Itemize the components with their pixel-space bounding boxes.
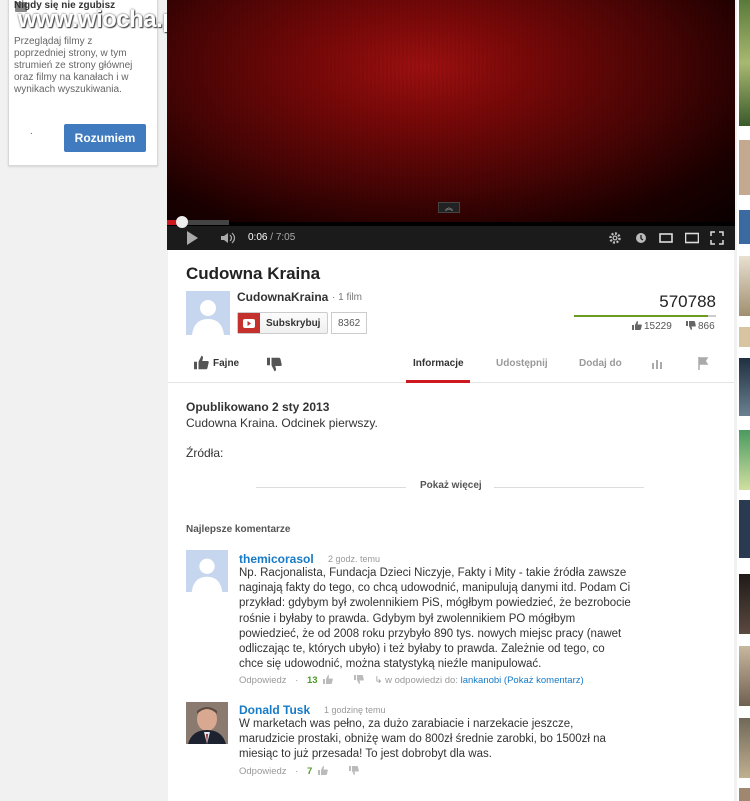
comment-like-count: 13: [306, 675, 318, 686]
related-video-thumbnail[interactable]: [739, 718, 750, 778]
related-video-thumbnail[interactable]: [739, 430, 750, 490]
divider: [256, 487, 406, 488]
tab-information[interactable]: Informacje: [413, 358, 464, 369]
comment-time[interactable]: 1 godzinę temu: [324, 705, 386, 715]
dislike-count: 866: [686, 321, 715, 332]
channel-name-link[interactable]: CudownaKraina: [237, 290, 328, 304]
related-video-thumbnail[interactable]: [739, 256, 750, 316]
youtube-play-icon: [238, 313, 260, 333]
thumbs-down-icon: [686, 321, 696, 330]
comment-author-link[interactable]: themicorasol: [239, 552, 314, 566]
comment-meta: Odpowiedz · 13 ↳ w odpowiedzi do: lankan…: [239, 675, 584, 686]
in-reply-link[interactable]: lankanobi (Pokaż komentarz): [461, 675, 584, 686]
active-tab-indicator: [406, 380, 470, 383]
sources-label: Źródła:: [186, 446, 224, 460]
flag-icon[interactable]: [698, 357, 710, 370]
subscribe-label: Subskrybuj: [266, 317, 321, 329]
popup-dot: .: [30, 126, 33, 137]
related-video-thumbnail[interactable]: [739, 327, 750, 347]
volume-icon[interactable]: [220, 232, 238, 244]
chevron-up-icon[interactable]: ︽: [438, 202, 460, 213]
watermark-logo: www.wiocha.pl: [18, 6, 183, 33]
thumbs-down-icon[interactable]: [353, 675, 364, 684]
subscriber-count: 8362: [331, 312, 368, 334]
channel-avatar[interactable]: [186, 291, 230, 335]
popup-text: Przeglądaj filmy z poprzedniej strony, w…: [14, 36, 133, 95]
dislike-thumb-icon[interactable]: [267, 357, 282, 372]
reply-button[interactable]: Odpowiedz: [239, 675, 287, 686]
avatar[interactable]: [186, 702, 228, 744]
like-count: 15229: [632, 321, 672, 332]
understand-button[interactable]: Rozumiem: [64, 124, 146, 152]
watch-later-icon[interactable]: [634, 231, 648, 245]
comment-author-link[interactable]: Donald Tusk: [239, 703, 310, 717]
comment-body: Np. Racjonalista, Fundacja Dzieci Niczyj…: [239, 567, 631, 671]
comment-time[interactable]: 2 godz. temu: [328, 554, 380, 564]
related-video-thumbnail[interactable]: [739, 0, 750, 126]
thumbs-down-icon[interactable]: [348, 766, 359, 775]
related-video-thumbnail[interactable]: [739, 210, 750, 244]
view-count: 570788: [659, 292, 716, 311]
video-player[interactable]: ︽ 0:06 / 7:05: [167, 0, 735, 250]
gear-icon[interactable]: [608, 231, 622, 245]
tab-share[interactable]: Udostępnij: [496, 358, 548, 369]
like-ratio-fill: [574, 315, 708, 317]
comment-body: W marketach was pełno, za dużo zarabiaci…: [239, 718, 606, 761]
in-reply-label: w odpowiedzi do:: [385, 675, 458, 686]
like-thumb-icon[interactable]: [194, 355, 209, 370]
thumbs-up-icon[interactable]: [323, 675, 334, 684]
show-more-button[interactable]: Pokaż więcej: [420, 480, 482, 491]
related-video-thumbnail[interactable]: [739, 500, 750, 558]
divider: [494, 487, 644, 488]
thumbs-up-icon[interactable]: [317, 766, 328, 775]
progress-knob[interactable]: [176, 216, 188, 228]
related-video-thumbnail[interactable]: [739, 788, 750, 801]
avatar[interactable]: [186, 550, 228, 592]
thumbs-up-icon: [632, 321, 642, 330]
related-video-thumbnail[interactable]: [739, 358, 750, 416]
large-player-icon[interactable]: [685, 231, 699, 245]
comment-meta: Odpowiedz · 7: [239, 766, 359, 777]
reply-arrow-icon: ↳: [374, 675, 383, 686]
reply-button[interactable]: Odpowiedz: [239, 766, 287, 777]
subscribe-button[interactable]: Subskrybuj: [237, 312, 328, 334]
like-button[interactable]: Fajne: [213, 358, 239, 369]
video-title: Cudowna Kraina: [186, 264, 321, 283]
small-player-icon[interactable]: [659, 231, 673, 245]
comment-like-count: 7: [306, 766, 313, 777]
fullscreen-icon[interactable]: [710, 231, 724, 245]
related-video-thumbnail[interactable]: [739, 140, 750, 195]
video-frame[interactable]: [167, 0, 735, 222]
comments-header: Najlepsze komentarze: [186, 524, 291, 535]
tab-add-to[interactable]: Dodaj do: [579, 358, 622, 369]
related-video-thumbnail[interactable]: [739, 646, 750, 706]
related-video-thumbnail[interactable]: [739, 574, 750, 634]
time-display: 0:06 / 7:05: [248, 232, 296, 243]
statistics-icon[interactable]: [651, 358, 664, 369]
play-icon[interactable]: [187, 231, 198, 245]
publish-date: Opublikowano 2 sty 2013: [186, 400, 330, 414]
video-description: Cudowna Kraina. Odcinek pierwszy.: [186, 416, 378, 430]
channel-film-count[interactable]: · 1 film: [332, 292, 362, 303]
